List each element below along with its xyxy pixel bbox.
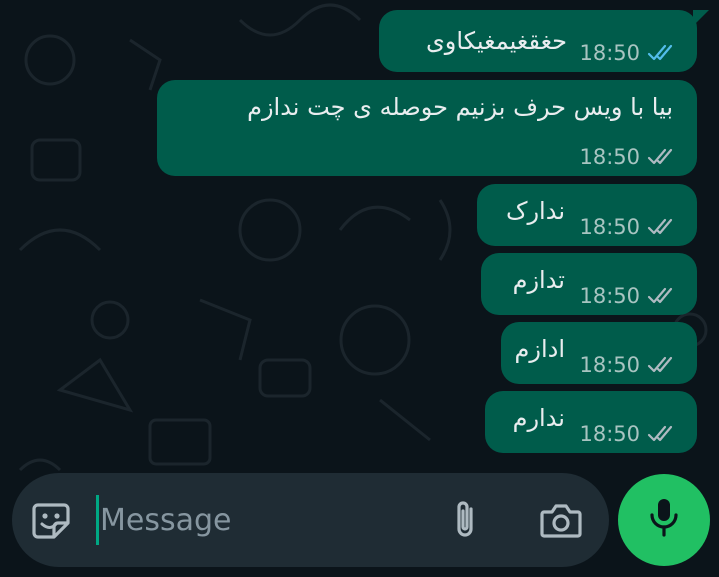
message-time: 18:50: [579, 215, 640, 239]
double-check-gray-icon: [647, 217, 679, 237]
message-bubble[interactable]: تدازم 18:50: [481, 253, 697, 315]
message-time: 18:50: [579, 284, 640, 308]
message-list[interactable]: حغقغیمغیکاوی 18:50 بیا با ویس حرف بزنیم …: [0, 0, 719, 470]
message-bubble[interactable]: ادازم 18:50: [501, 322, 697, 384]
message-meta: 18:50: [579, 145, 679, 169]
camera-icon[interactable]: [538, 499, 584, 541]
message-bubble[interactable]: ندارک 18:50: [477, 184, 697, 246]
message-bubble[interactable]: حغقغیمغیکاوی 18:50: [379, 10, 709, 72]
message-time: 18:50: [579, 353, 640, 377]
double-check-gray-icon: [647, 424, 679, 444]
message-bubble[interactable]: بیا با ویس حرف بزنیم حوصله ی چت ندازم 18…: [157, 80, 697, 176]
attach-icon[interactable]: [445, 498, 485, 542]
message-meta: 18:50: [579, 41, 679, 65]
message-time: 18:50: [579, 145, 640, 169]
message-meta: 18:50: [579, 284, 679, 308]
text-caret: [96, 495, 99, 545]
sticker-icon[interactable]: [28, 500, 74, 540]
bubble-tail: [693, 10, 709, 26]
mic-button[interactable]: [618, 474, 710, 566]
message-text: بیا با ویس حرف بزنیم حوصله ی چت ندازم: [247, 93, 673, 121]
message-input[interactable]: Message: [100, 503, 231, 539]
double-check-gray-icon: [647, 147, 679, 167]
message-text: حغقغیمغیکاوی: [425, 27, 567, 55]
message-meta: 18:50: [579, 215, 679, 239]
message-meta: 18:50: [579, 353, 679, 377]
message-time: 18:50: [579, 422, 640, 446]
message-text: ندارم: [512, 404, 565, 432]
message-text: تدازم: [512, 266, 565, 294]
double-check-gray-icon: [647, 355, 679, 375]
double-check-gray-icon: [647, 286, 679, 306]
message-meta: 18:50: [579, 422, 679, 446]
message-time: 18:50: [579, 41, 640, 65]
message-bubble[interactable]: ندارم 18:50: [485, 391, 697, 453]
mic-icon: [647, 497, 681, 543]
message-text: ندارک: [505, 197, 565, 225]
message-text: ادازم: [514, 335, 565, 363]
double-check-blue-icon: [647, 43, 679, 63]
message-composer: Message: [12, 473, 609, 567]
